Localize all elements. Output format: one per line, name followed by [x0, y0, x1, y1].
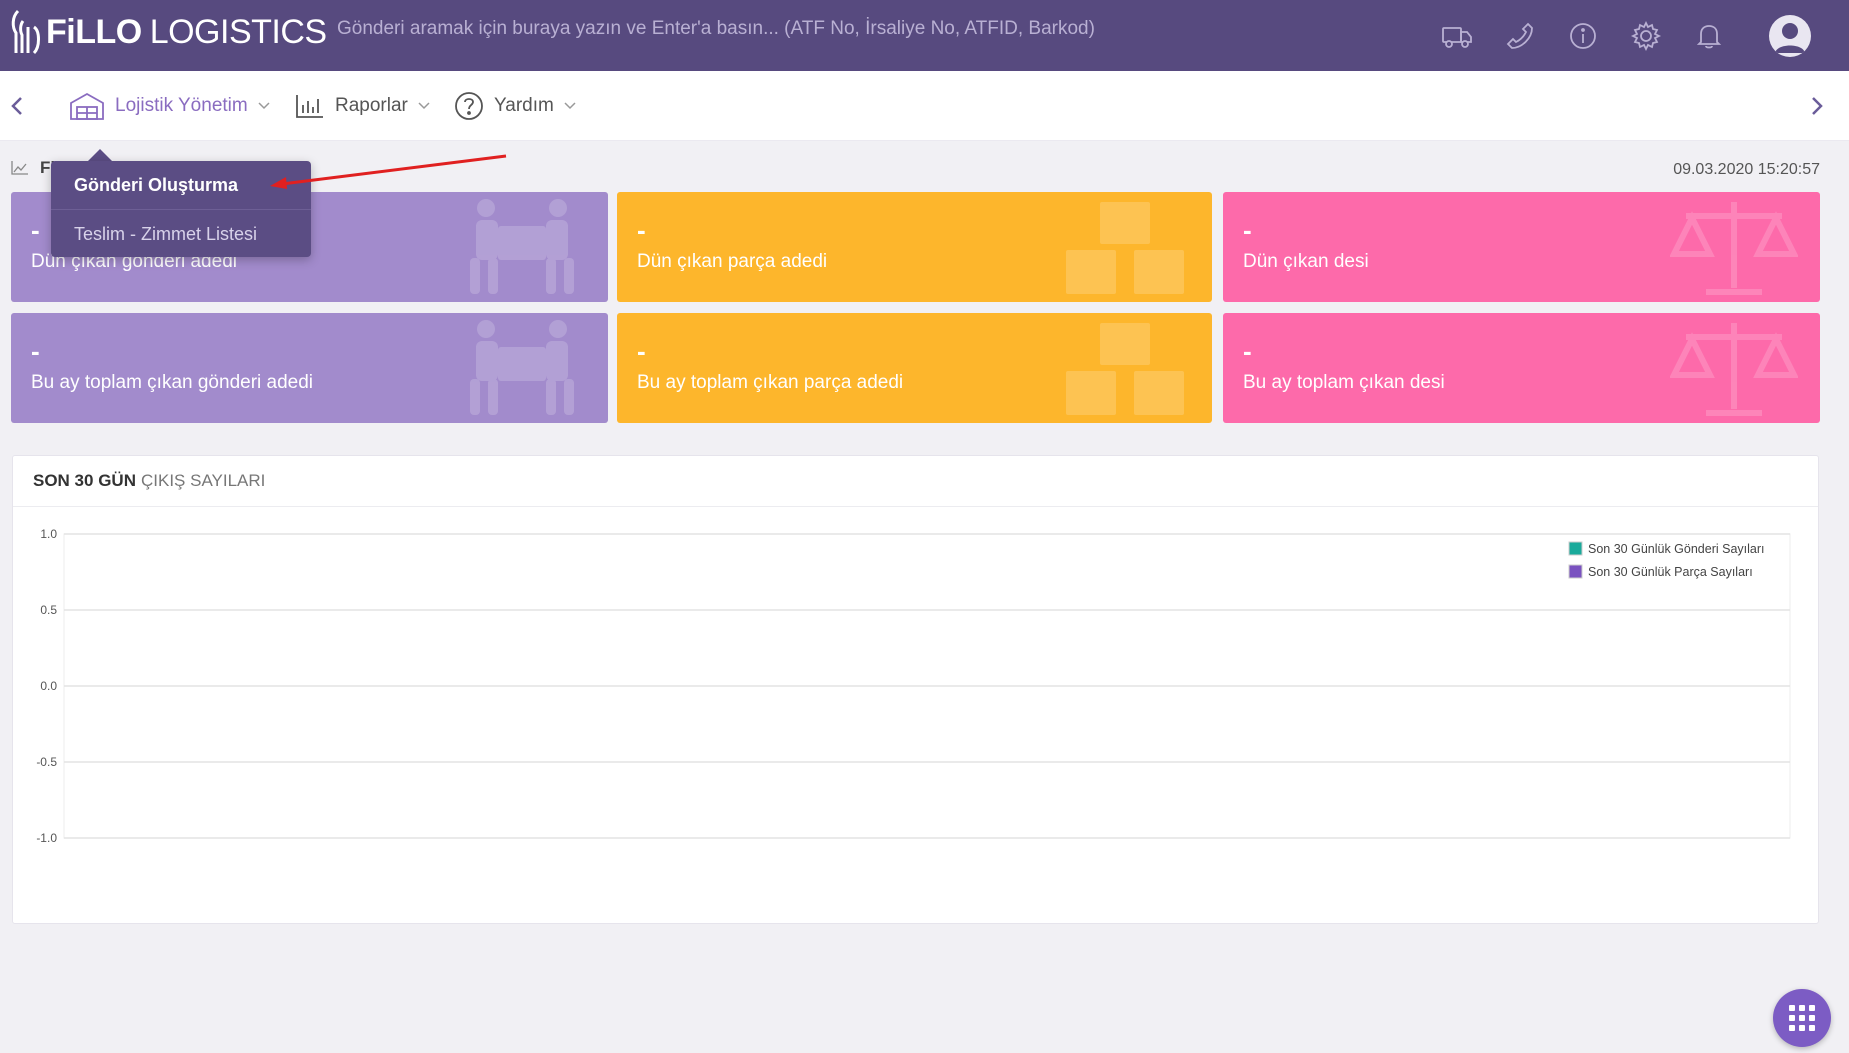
menu-item-teslim-zimmet-listesi[interactable]: Teslim - Zimmet Listesi [74, 224, 257, 245]
legend-label: Son 30 Günlük Gönderi Sayıları [1588, 542, 1765, 556]
timestamp: 09.03.2020 15:20:57 [1673, 161, 1820, 178]
stat-value: - [637, 215, 646, 245]
dashboard-chart-icon [11, 161, 28, 175]
chevron-down-icon [418, 102, 430, 110]
bar-chart-icon [296, 95, 323, 118]
nav-item-lojistik-yonetim[interactable]: Lojistik Yönetim [69, 91, 270, 121]
stat-card-yesterday-desi: - Dün çıkan desi [1223, 192, 1820, 302]
nav-scroll-left-icon[interactable] [8, 95, 28, 117]
grid-icon [1789, 1005, 1815, 1031]
info-icon[interactable] [1566, 19, 1600, 53]
stat-card-month-shipments: - Bu ay toplam çıkan gönderi adedi [11, 313, 608, 423]
apps-grid-button[interactable] [1773, 989, 1831, 1047]
truck-icon[interactable] [1440, 19, 1474, 53]
stat-card-month-desi: - Bu ay toplam çıkan desi [1223, 313, 1820, 423]
line-chart: 1.0 0.5 0.0 -0.5 -1.0 Son 30 Günlük Gönderi S… [36, 527, 1791, 845]
bell-icon[interactable] [1692, 19, 1726, 53]
logo-mark-icon [11, 9, 40, 55]
stat-label: Bu ay toplam çıkan parça adedi [637, 372, 904, 393]
boxes-icon [1066, 323, 1184, 415]
stat-label: Bu ay toplam çıkan gönderi adedi [31, 372, 314, 393]
legend-swatch [1568, 564, 1583, 579]
stat-label: Dün çıkan parça adedi [637, 251, 828, 272]
nav-label: Yardım [494, 95, 554, 116]
nav-label: Lojistik Yönetim [115, 95, 248, 116]
annotation-arrow [270, 154, 507, 189]
panel-title-normal: ÇIKIŞ SAYILARI [140, 471, 266, 490]
panel-header: SON 30 GÜN ÇIKIŞ SAYILARI [13, 456, 1818, 507]
stat-value: - [31, 215, 40, 245]
people-carrying-box-icon [470, 320, 574, 415]
stat-label: Dün çıkan desi [1243, 251, 1369, 272]
stat-card-yesterday-parts: - Dün çıkan parça adedi [617, 192, 1212, 302]
chevron-down-icon [564, 102, 576, 110]
stat-card-month-parts: - Bu ay toplam çıkan parça adedi [617, 313, 1212, 423]
logo-bold-text: FiLLO [46, 12, 142, 51]
user-avatar[interactable] [1769, 14, 1811, 57]
legend-label: Son 30 Günlük Parça Sayıları [1588, 565, 1753, 579]
nav-label: Raporlar [335, 95, 408, 116]
balance-scale-icon [1670, 202, 1798, 295]
balance-scale-icon [1670, 323, 1798, 416]
y-tick-label: 0.5 [40, 603, 57, 617]
dropdown-caret [88, 149, 112, 161]
menu-item-gonderi-olusturma[interactable]: Gönderi Oluşturma [74, 175, 238, 196]
app-logo[interactable]: FiLLO LOGISTICS [10, 6, 327, 58]
stat-value: - [31, 336, 40, 366]
panel-title-bold: SON 30 GÜN [33, 471, 136, 490]
boxes-icon [1066, 202, 1184, 294]
main-nav: Lojistik Yönetim Raporlar Yardım [0, 71, 1849, 141]
phone-icon[interactable] [1503, 19, 1537, 53]
y-tick-label: -1.0 [36, 831, 57, 845]
gear-icon[interactable] [1629, 19, 1663, 53]
top-bar: FiLLO LOGISTICS Gönderi aramak için bura… [0, 0, 1849, 71]
chart-panel: SON 30 GÜN ÇIKIŞ SAYILARI 1.0 0.5 0.0 -0.5 -1… [12, 455, 1819, 924]
chevron-down-icon [258, 102, 270, 110]
stat-value: - [637, 336, 646, 366]
stat-value: - [1243, 336, 1252, 366]
panel-title: SON 30 GÜN ÇIKIŞ SAYILARI [33, 471, 265, 491]
top-icon-bar [1411, 0, 1849, 71]
warehouse-icon [70, 92, 104, 120]
stat-label: Bu ay toplam çıkan desi [1243, 372, 1445, 393]
nav-item-raporlar[interactable]: Raporlar [295, 91, 430, 121]
stat-value: - [1243, 215, 1252, 245]
y-tick-label: 0.0 [40, 679, 57, 693]
help-circle-icon [455, 92, 483, 120]
legend-swatch [1568, 541, 1583, 556]
search-input[interactable]: Gönderi aramak için buraya yazın ve Ente… [337, 18, 1095, 40]
y-tick-label: -0.5 [36, 755, 57, 769]
people-carrying-box-icon [470, 199, 574, 294]
y-tick-label: 1.0 [40, 527, 57, 541]
nav-item-yardim[interactable]: Yardım [454, 91, 576, 121]
nav-scroll-right-icon[interactable] [1806, 95, 1826, 117]
menu-divider [51, 209, 311, 210]
logo-light-text: LOGISTICS [149, 12, 327, 51]
